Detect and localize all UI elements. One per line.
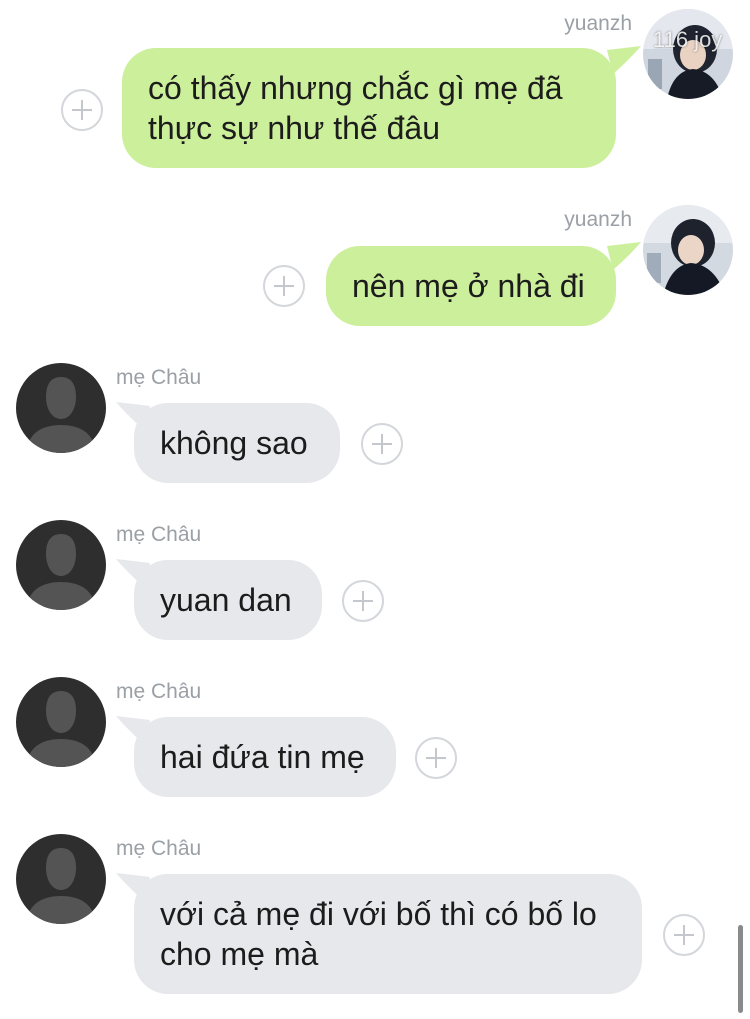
default-avatar[interactable]: [16, 520, 106, 610]
default-avatar[interactable]: [16, 834, 106, 924]
message-text: không sao: [160, 425, 308, 461]
message-line: có thấy nhưng chắc gì mẹ đã: [148, 70, 563, 106]
scrollbar[interactable]: [738, 925, 743, 1013]
message-bubble[interactable]: có thấy nhưng chắc gì mẹ đã thực sự như …: [122, 48, 616, 168]
add-reaction-button[interactable]: [663, 914, 705, 956]
add-reaction-button[interactable]: [415, 737, 457, 779]
message-bubble[interactable]: với cả mẹ đi với bố thì có bố lo cho mẹ …: [134, 874, 642, 994]
message-bubble[interactable]: nên mẹ ở nhà đi: [326, 246, 616, 326]
message-bubble[interactable]: không sao: [134, 403, 340, 483]
person-silhouette-icon: [16, 834, 106, 924]
chat-thread: yuanzh 116 joy có thấy nhưng chắc gì mẹ …: [0, 0, 750, 1019]
add-reaction-button[interactable]: [361, 423, 403, 465]
sender-name: mẹ Châu: [116, 837, 202, 860]
message-text: với cả mẹ đi với bố thì có bố lo cho mẹ …: [160, 894, 597, 974]
default-avatar[interactable]: [16, 677, 106, 767]
message-bubble[interactable]: yuan dan: [134, 560, 322, 640]
person-silhouette-icon: [16, 520, 106, 610]
sender-name: mẹ Châu: [116, 523, 202, 546]
default-avatar[interactable]: [16, 363, 106, 453]
message-text: nên mẹ ở nhà đi: [352, 268, 585, 304]
message-bubble[interactable]: hai đứa tin mẹ: [134, 717, 396, 797]
add-reaction-button[interactable]: [61, 89, 103, 131]
user-avatar[interactable]: 116 joy: [643, 9, 733, 99]
message-line: với cả mẹ đi với bố thì có bố lo: [160, 896, 597, 932]
sender-name: mẹ Châu: [116, 680, 202, 703]
user-avatar[interactable]: [643, 205, 733, 295]
message-line: cho mẹ mà: [160, 936, 319, 972]
sender-name: yuanzh: [564, 208, 632, 231]
add-reaction-button[interactable]: [263, 265, 305, 307]
sender-name: mẹ Châu: [116, 366, 202, 389]
message-text: yuan dan: [160, 582, 292, 618]
person-silhouette-icon: [16, 363, 106, 453]
add-reaction-button[interactable]: [342, 580, 384, 622]
avatar-overlay-text: 116 joy: [653, 27, 723, 52]
profile-photo-icon: [643, 205, 733, 295]
message-line: thực sự như thế đâu: [148, 110, 440, 146]
sender-name: yuanzh: [564, 12, 632, 35]
profile-photo-icon: [643, 9, 733, 99]
message-text: có thấy nhưng chắc gì mẹ đã thực sự như …: [148, 68, 563, 148]
message-text: hai đứa tin mẹ: [160, 739, 365, 775]
person-silhouette-icon: [16, 677, 106, 767]
